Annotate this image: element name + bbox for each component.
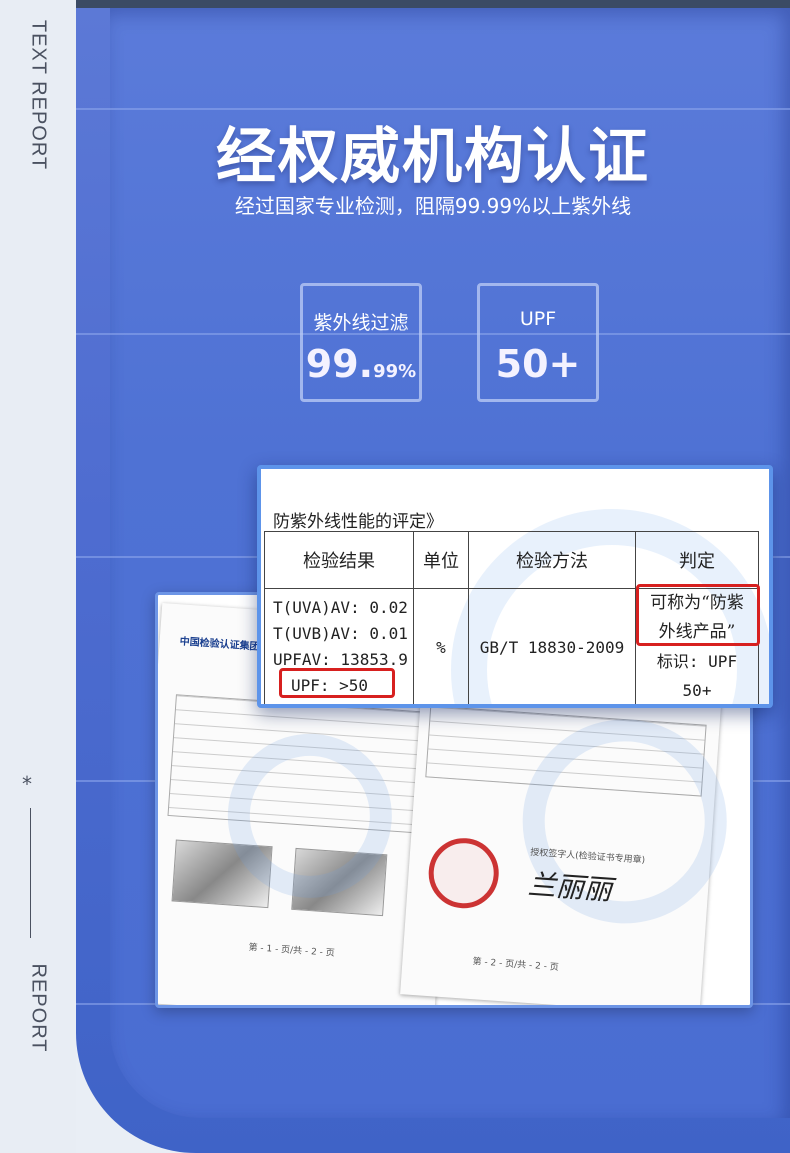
signature: 兰丽丽 xyxy=(526,867,614,907)
stat-upf-label: UPF xyxy=(519,308,557,330)
highlight-upf xyxy=(279,668,395,698)
side-bottom-label: REPORT xyxy=(27,963,50,1053)
side-star: * xyxy=(22,772,32,796)
top-bar xyxy=(76,0,790,8)
red-seal xyxy=(426,835,502,911)
header-unit: 单位 xyxy=(413,531,469,589)
sheet-footer: 第 - 2 - 页/共 - 2 - 页 xyxy=(472,957,560,974)
stat-filter-box: 紫外线过滤 99.99% xyxy=(300,283,422,402)
side-rail: TEXT REPORT * REPORT xyxy=(0,0,76,1153)
result-card: 防紫外线性能的评定》 检验结果 单位 检验方法 判定 T(UVA)AV: 0.0… xyxy=(257,465,773,708)
header-method: 检验方法 xyxy=(468,531,636,589)
stat-upf-box: UPF 50+ xyxy=(477,283,599,402)
result-uva: T(UVA)AV: 0.02 xyxy=(273,598,408,617)
stat-filter-label: 紫外线过滤 xyxy=(313,312,409,334)
side-divider xyxy=(30,808,31,938)
header-verdict: 判定 xyxy=(635,531,759,589)
sheet-footer: 第 - 1 - 页/共 - 2 - 页 xyxy=(248,942,335,959)
header-result: 检验结果 xyxy=(264,531,414,589)
stat-filter-value: 99.99% xyxy=(305,342,417,386)
stat-upf-value: 50+ xyxy=(495,342,581,386)
side-top-label: TEXT REPORT xyxy=(27,19,50,171)
grid-line xyxy=(76,333,790,335)
mark-line: 50+ xyxy=(682,681,712,700)
unit-value: % xyxy=(413,588,469,704)
mark-line: 标识: UPF xyxy=(656,652,738,671)
sheet-header: 中国检验认证集团 xyxy=(179,636,260,653)
highlight-verdict xyxy=(636,584,760,646)
method-value: GB/T 18830-2009 xyxy=(468,588,636,704)
result-uvb: T(UVB)AV: 0.01 xyxy=(273,624,408,643)
page-title: 经权威机构认证 xyxy=(216,122,650,192)
result-card-title: 防紫外线性能的评定》 xyxy=(273,512,443,532)
page-subtitle: 经过国家专业检测，阻隔99.99%以上紫外线 xyxy=(234,194,632,218)
